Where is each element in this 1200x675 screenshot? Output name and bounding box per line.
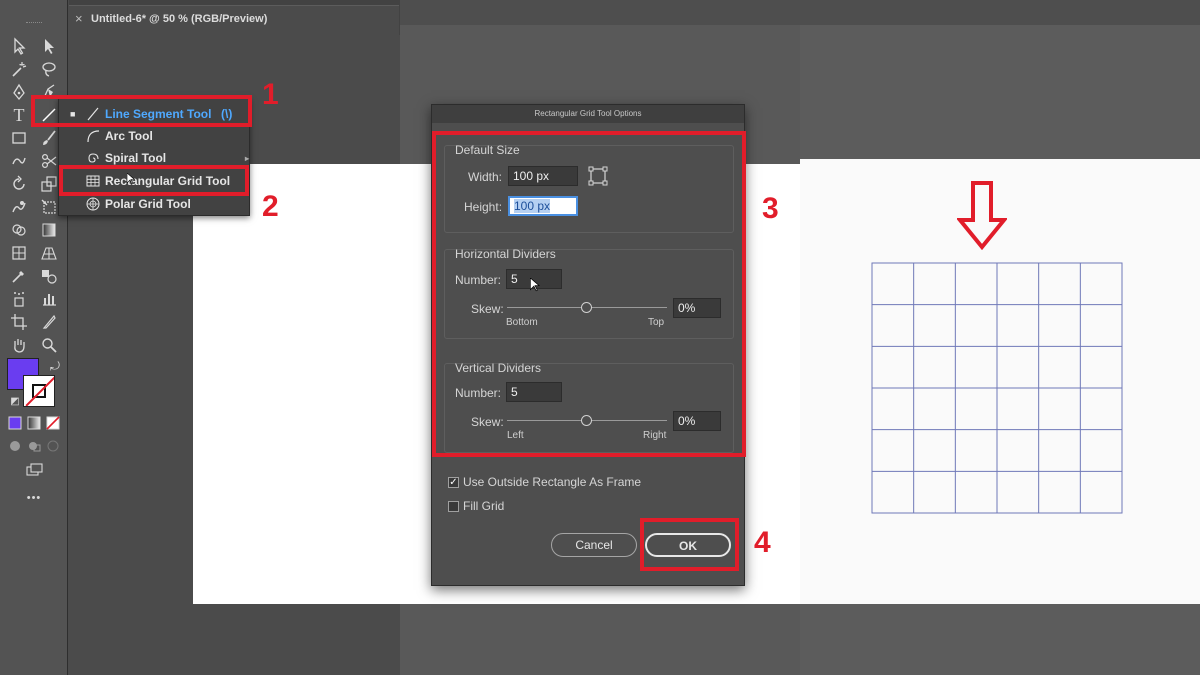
artboard	[193, 164, 400, 604]
document-tab-title: Untitled-6* @ 50 % (RGB/Preview)	[91, 13, 268, 25]
blend-tool-icon[interactable]	[38, 266, 60, 286]
step-number-1: 1	[262, 78, 279, 111]
pen-tool-icon[interactable]	[8, 82, 30, 102]
default-colors-icon[interactable]: ◩	[4, 392, 26, 412]
step-number-2: 2	[262, 190, 279, 223]
eyedropper-icon[interactable]	[8, 266, 30, 286]
warp-tool-icon[interactable]	[8, 197, 30, 217]
fill-grid-checkbox[interactable]	[448, 501, 459, 512]
gradient-tool-icon[interactable]	[38, 220, 60, 240]
menu-item-label: Polar Grid Tool	[105, 197, 191, 211]
paintbrush-icon[interactable]	[38, 128, 60, 148]
draw-inside-icon[interactable]	[42, 436, 64, 456]
column-graph-icon[interactable]	[38, 289, 60, 309]
down-arrow-icon	[955, 180, 1009, 251]
menu-item-arc-tool[interactable]: Arc Tool	[59, 125, 249, 147]
type-tool-icon[interactable]: T	[8, 105, 30, 125]
menu-item-label: Arc Tool	[105, 129, 153, 143]
none-mode-icon[interactable]	[42, 413, 64, 433]
mesh-tool-icon[interactable]	[8, 243, 30, 263]
highlight-rectangular-grid-tool	[59, 165, 249, 196]
illustrator-tools-panel: T ⤾ ◩ ••• × Untitled-6* @ 50 % (RGB/Prev…	[0, 0, 400, 675]
selection-tool-icon[interactable]	[8, 36, 30, 56]
step-number-3: 3	[762, 192, 779, 225]
fill-grid-label: Fill Grid	[463, 499, 505, 513]
shape-builder-icon[interactable]	[8, 220, 30, 240]
rectangular-grid-result	[871, 262, 1123, 514]
free-transform-icon[interactable]	[38, 197, 60, 217]
use-outside-rectangle-label: Use Outside Rectangle As Frame	[463, 475, 642, 489]
result-panel	[800, 0, 1200, 675]
slice-tool-icon[interactable]	[38, 312, 60, 332]
cancel-button[interactable]: Cancel	[551, 533, 637, 557]
hand-tool-icon[interactable]	[8, 335, 30, 355]
swap-colors-icon[interactable]: ⤾	[44, 356, 66, 376]
highlight-ok-button	[640, 518, 739, 571]
direct-selection-tool-icon[interactable]	[38, 36, 60, 56]
perspective-grid-icon[interactable]	[38, 243, 60, 263]
document-tab-bar: × Untitled-6* @ 50 % (RGB/Preview)	[69, 0, 400, 35]
close-tab-icon[interactable]: ×	[75, 11, 83, 26]
lasso-icon[interactable]	[38, 59, 60, 79]
menu-item-polar-grid-tool[interactable]: Polar Grid Tool	[59, 193, 249, 215]
rotate-tool-icon[interactable]	[8, 174, 30, 194]
dialog-title: Rectangular Grid Tool Options	[432, 105, 744, 123]
artboard-tool-icon[interactable]	[8, 312, 30, 332]
highlight-dialog-settings	[432, 131, 746, 457]
polar-grid-icon	[85, 196, 101, 212]
canvas-top-strip	[800, 0, 1200, 25]
scale-tool-icon[interactable]	[38, 174, 60, 194]
toolbar-grip[interactable]	[26, 22, 42, 24]
zoom-tool-icon[interactable]	[38, 335, 60, 355]
shaper-tool-icon[interactable]	[8, 151, 30, 171]
screen-mode-icon[interactable]	[23, 460, 45, 480]
canvas-top-strip	[400, 0, 800, 25]
more-tools-icon[interactable]: •••	[23, 488, 45, 508]
step-number-4: 4	[754, 526, 771, 559]
document-tab[interactable]: × Untitled-6* @ 50 % (RGB/Preview)	[69, 5, 399, 35]
use-outside-rectangle-checkbox[interactable]: ✓	[448, 477, 459, 488]
mouse-cursor-icon	[126, 172, 136, 185]
arc-icon	[85, 128, 101, 144]
scissors-icon[interactable]	[38, 151, 60, 171]
rectangle-tool-icon[interactable]	[8, 128, 30, 148]
magic-wand-icon[interactable]	[8, 59, 30, 79]
grid-options-panel: Rectangular Grid Tool Options Default Si…	[400, 0, 800, 675]
symbol-sprayer-icon[interactable]	[8, 289, 30, 309]
highlight-line-segment-tool	[31, 95, 252, 127]
stroke-color-swatch[interactable]	[23, 375, 55, 407]
spiral-icon	[85, 150, 101, 166]
